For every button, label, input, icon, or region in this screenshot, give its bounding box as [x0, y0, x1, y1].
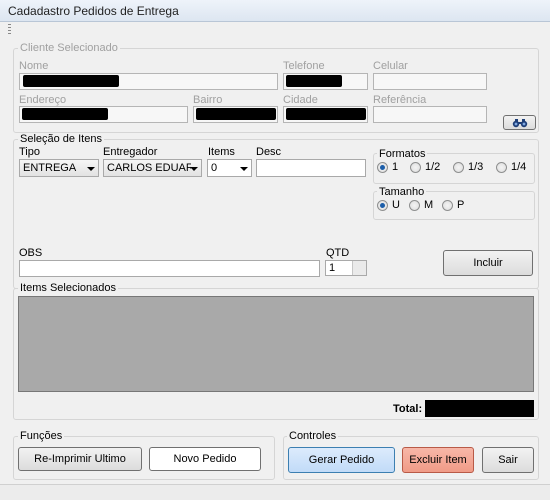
novo-pedido-button[interactable]: Novo Pedido — [149, 447, 261, 471]
qtd-value: 1 — [329, 262, 336, 274]
celular-label: Celular — [373, 60, 408, 72]
novo-pedido-label: Novo Pedido — [173, 453, 237, 465]
tamanho-radio-u[interactable] — [377, 200, 388, 211]
qtd-stepper[interactable]: 1 — [325, 260, 367, 276]
endereco-label: Endereço — [19, 94, 67, 106]
entregador-select[interactable]: CARLOS EDUARDO — [103, 159, 202, 177]
tipo-value: ENTREGA — [23, 162, 77, 174]
sair-button[interactable]: Sair — [482, 447, 534, 473]
items-value: 0 — [211, 162, 218, 174]
cidade-label: Cidade — [283, 94, 318, 106]
tamanho-radio-p[interactable] — [442, 200, 453, 211]
cliente-legend: Cliente Selecionado — [18, 42, 120, 54]
incluir-label: Incluir — [473, 257, 503, 269]
chevron-down-icon — [87, 167, 95, 171]
binoculars-icon — [512, 119, 527, 128]
endereco-redaction — [22, 108, 108, 120]
entregador-value: CARLOS EDUARDO — [107, 162, 191, 174]
tamanho-label-p: P — [457, 199, 465, 211]
formato-label-1-4: 1/4 — [511, 161, 527, 173]
referencia-field[interactable] — [373, 106, 487, 123]
formato-radio-1[interactable] — [377, 162, 388, 173]
incluir-button[interactable]: Incluir — [443, 250, 533, 276]
telefone-label: Telefone — [283, 60, 325, 72]
formato-label-1-3: 1/3 — [468, 161, 484, 173]
obs-input[interactable] — [19, 260, 320, 277]
qtd-label: QTD — [326, 247, 350, 259]
total-label: Total: — [393, 403, 423, 415]
celular-field[interactable] — [373, 73, 487, 90]
entregador-label: Entregador — [103, 146, 158, 158]
tamanho-label-m: M — [424, 199, 434, 211]
tamanho-label-u: U — [392, 199, 400, 211]
tipo-select[interactable]: ENTREGA — [19, 159, 99, 177]
formato-label-1-2: 1/2 — [425, 161, 441, 173]
search-cliente-button[interactable] — [503, 115, 536, 130]
bairro-label: Bairro — [193, 94, 223, 106]
telefone-redaction — [286, 75, 342, 87]
chevron-down-icon — [240, 167, 248, 171]
gerar-pedido-button[interactable]: Gerar Pedido — [288, 447, 395, 473]
excluir-item-button[interactable]: Excluir Item — [402, 447, 474, 473]
status-strip — [0, 484, 550, 500]
chevron-down-icon — [190, 167, 198, 171]
stepper-down-button[interactable] — [352, 267, 366, 275]
excluir-item-label: Excluir Item — [409, 454, 467, 466]
tamanho-legend: Tamanho — [377, 186, 427, 198]
gerar-pedido-label: Gerar Pedido — [308, 454, 375, 466]
toolstrip-grip — [8, 24, 11, 36]
bairro-redaction — [196, 108, 276, 120]
nome-label: Nome — [19, 60, 49, 72]
funcoes-legend: Funções — [18, 430, 65, 442]
items-select[interactable]: 0 — [207, 159, 252, 177]
nome-redaction — [23, 75, 119, 87]
total-value-box — [425, 400, 534, 417]
cidade-redaction — [286, 108, 366, 120]
items-label: Items — [208, 146, 235, 158]
formatos-legend: Formatos — [377, 148, 428, 160]
formato-label-1: 1 — [392, 161, 399, 173]
tamanho-radio-m[interactable] — [409, 200, 420, 211]
formato-radio-1-4[interactable] — [496, 162, 507, 173]
title-bar: Cadadastro Pedidos de Entrega — [0, 0, 550, 22]
referencia-label: Referência — [373, 94, 427, 106]
window-title: Cadadastro Pedidos de Entrega — [8, 4, 179, 18]
reimprimir-button[interactable]: Re-Imprimir Ultimo — [18, 447, 142, 471]
tipo-label: Tipo — [19, 146, 40, 158]
formato-radio-1-3[interactable] — [453, 162, 464, 173]
desc-input[interactable] — [256, 159, 366, 177]
sair-label: Sair — [498, 454, 518, 466]
reimprimir-label: Re-Imprimir Ultimo — [34, 453, 126, 465]
items-grid[interactable] — [18, 296, 534, 392]
selecionados-legend: Items Selecionados — [18, 282, 118, 294]
desc-label: Desc — [256, 146, 282, 158]
controles-legend: Controles — [287, 430, 339, 442]
formato-radio-1-2[interactable] — [410, 162, 421, 173]
itens-legend: Seleção de Itens — [18, 133, 104, 145]
obs-label: OBS — [19, 247, 43, 259]
